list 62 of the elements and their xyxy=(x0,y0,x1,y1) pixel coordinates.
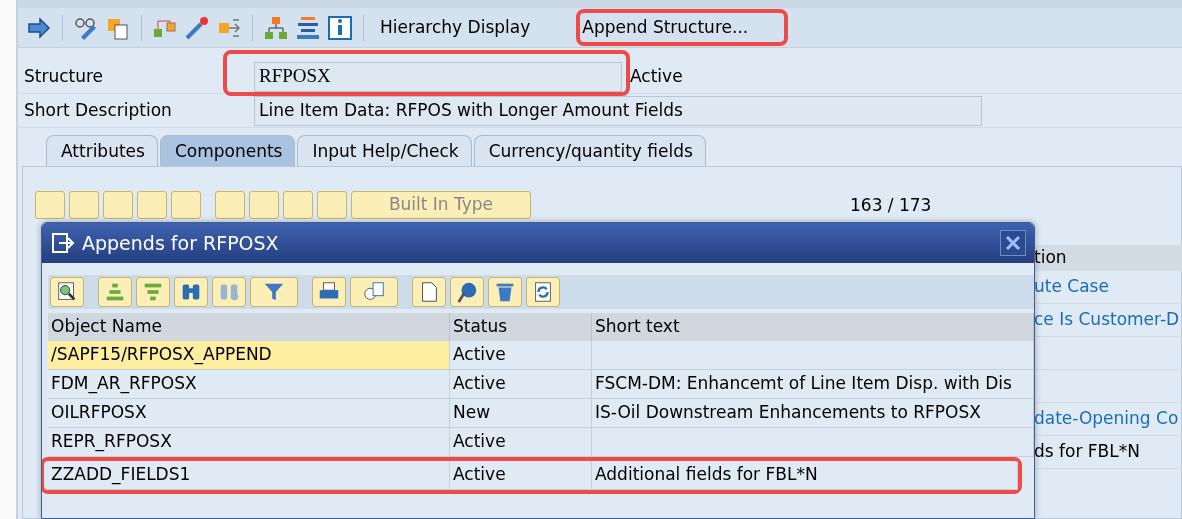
trash-button[interactable] xyxy=(488,277,522,307)
description-link[interactable]: date-Opening Co xyxy=(1034,406,1179,432)
refresh-button[interactable] xyxy=(526,277,560,307)
dialog-title: Appends for RFPOSX xyxy=(82,230,279,256)
table-cell: FSCM-DM: Enhancemt of Line Item Disp. with Dis xyxy=(592,370,1034,399)
close-icon xyxy=(1005,235,1021,251)
input-field[interactable]: Line Item Data: RFPOS with Longer Amount Fields xyxy=(254,95,982,126)
tab[interactable]: Attributes xyxy=(46,134,158,166)
dialog-icon xyxy=(50,230,76,256)
toolbar-button[interactable] xyxy=(35,191,65,219)
status-text: Active xyxy=(630,64,683,88)
table-cell[interactable]: REPR_RFPOSX xyxy=(48,428,450,457)
column-header: Status xyxy=(450,313,592,341)
wand-icon[interactable] xyxy=(184,14,210,41)
table-cell[interactable]: /SAPF15/RFPOSX_APPEND xyxy=(48,341,450,370)
table-cell-text: ds for FBL*N xyxy=(1034,440,1140,464)
toolbar-button[interactable] xyxy=(317,191,347,219)
field-label: Short Description xyxy=(24,98,173,122)
column-header: Object Name xyxy=(48,313,450,341)
binoculars-button[interactable] xyxy=(174,277,208,307)
close-button[interactable] xyxy=(1000,230,1026,256)
toolbar-button[interactable]: Hierarchy Display xyxy=(374,8,571,47)
table-cell: Additional fields for FBL*N xyxy=(592,461,1018,490)
column-header: Short text xyxy=(592,313,1034,341)
info-icon[interactable] xyxy=(327,14,353,41)
print-button[interactable] xyxy=(312,277,346,307)
forward-arrow-icon[interactable] xyxy=(26,14,52,41)
new-document-button[interactable] xyxy=(412,277,446,307)
details-button[interactable] xyxy=(50,277,84,307)
hierarchy-icon[interactable] xyxy=(263,14,289,41)
sort-descending-button[interactable] xyxy=(136,277,170,307)
tab[interactable]: Input Help/Check xyxy=(297,134,472,166)
description-link[interactable]: ute Case xyxy=(1034,274,1109,300)
toolbar-button[interactable] xyxy=(137,191,167,219)
table-cell[interactable]: OILRFPOSX xyxy=(48,399,450,428)
table-cell: New xyxy=(450,399,592,428)
table-cell: IS-Oil Downstream Enhancements to RFPOSX xyxy=(592,399,1034,428)
toolbar-button[interactable] xyxy=(171,191,201,219)
toolbar-button[interactable]: Append Structure... xyxy=(576,8,789,47)
table-cell: Active xyxy=(450,341,592,370)
table-cell[interactable]: ZZADD_FIELDS1 xyxy=(48,461,450,490)
table-cell: Active xyxy=(450,370,592,399)
toolbar-button[interactable] xyxy=(283,191,313,219)
column-header: tion xyxy=(1034,245,1182,271)
row-counter: 163 / 173 xyxy=(850,194,932,217)
toolbar-button[interactable] xyxy=(215,191,245,219)
stack-icon[interactable] xyxy=(295,14,321,41)
tab[interactable]: Components xyxy=(159,134,296,166)
toolbar-button[interactable] xyxy=(249,191,279,219)
help-button[interactable] xyxy=(450,277,484,307)
filter-button[interactable] xyxy=(250,277,298,307)
toolbar-button[interactable] xyxy=(103,191,133,219)
field-label: Structure xyxy=(24,64,105,88)
sort-ascending-button[interactable] xyxy=(98,277,132,307)
export-document-button[interactable] xyxy=(350,277,398,307)
input-field[interactable]: RFPOSX xyxy=(254,61,622,92)
tab[interactable]: Currency/quantity fields xyxy=(473,134,706,166)
table-cell: Active xyxy=(450,461,592,490)
table-cell: Active xyxy=(450,428,592,457)
table-cell[interactable]: FDM_AR_RFPOSX xyxy=(48,370,450,399)
toolbar-button[interactable] xyxy=(69,191,99,219)
description-link[interactable]: ce Is Customer-D xyxy=(1034,307,1180,333)
